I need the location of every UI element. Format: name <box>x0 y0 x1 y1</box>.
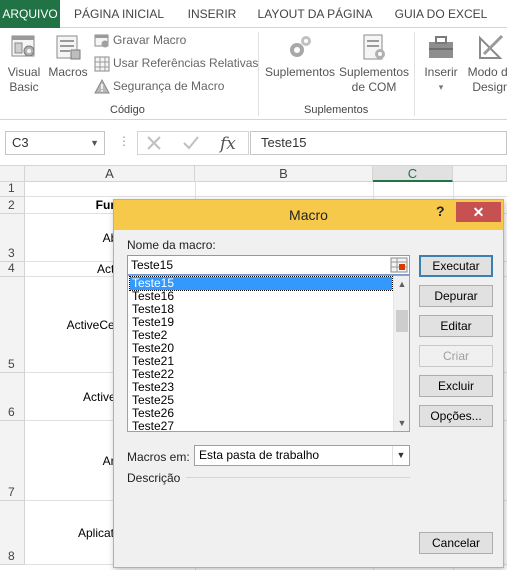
group-label-suplementos: Suplementos <box>304 104 369 116</box>
warning-icon <box>94 78 110 94</box>
chevron-down-icon[interactable]: ▼ <box>392 446 409 465</box>
row-header-3[interactable]: 3 <box>0 214 25 262</box>
tab-arquivo[interactable]: ARQUIVO <box>0 0 60 28</box>
macro-name-value: Teste15 <box>131 258 174 272</box>
gravar-macro-label: Gravar Macro <box>113 33 187 47</box>
ribbon-separator <box>258 32 259 116</box>
formula-bar-buttons: fx <box>137 131 249 155</box>
chevron-down-icon[interactable]: ▼ <box>90 132 99 154</box>
excluir-button[interactable]: Excluir <box>419 375 493 397</box>
executar-button[interactable]: Executar <box>419 255 493 277</box>
dialog-title-bar[interactable]: Macro ? ✕ <box>114 200 503 230</box>
cancelar-button[interactable]: Cancelar <box>419 532 493 554</box>
dialog-title: Macro <box>289 207 328 223</box>
description-label: Descrição <box>127 471 181 485</box>
visual-basic-icon <box>11 35 35 57</box>
macro-dialog: Macro ? ✕ Nome da macro: Teste15 Teste15… <box>113 199 504 568</box>
ribbon-separator-2 <box>414 32 415 116</box>
tab-pagina-inicial[interactable]: PÁGINA INICIAL <box>62 0 176 28</box>
inserir-label: Inserir <box>424 65 458 79</box>
formula-input[interactable]: Teste15 <box>250 131 507 155</box>
criar-button[interactable]: Criar <box>419 345 493 367</box>
relative-references-icon <box>94 56 110 72</box>
seguranca-de-macro-label: Segurança de Macro <box>113 79 225 93</box>
description-separator <box>186 477 410 478</box>
column-header-a[interactable]: A <box>25 166 195 182</box>
cancel-icon[interactable] <box>146 135 162 151</box>
row-header-7[interactable]: 7 <box>0 421 25 501</box>
tab-inserir[interactable]: INSERIR <box>180 0 244 28</box>
visual-basic-label-1: Visual <box>7 65 41 79</box>
design-mode-icon <box>479 34 504 59</box>
suplementos-de-com-button[interactable]: Suplementos de COM <box>338 32 410 95</box>
depurar-button[interactable]: Depurar <box>419 285 493 307</box>
tab-guia-do-excel[interactable]: GUIA DO EXCEL <box>388 0 494 28</box>
macros-in-label: Macros em: <box>127 450 190 464</box>
modo-de-design-button[interactable]: Modo de Design <box>463 32 507 95</box>
suplementos-label: Suplementos <box>264 65 336 79</box>
modo-de-design-label-1: Modo de <box>467 65 507 79</box>
row-header-5[interactable]: 5 <box>0 277 25 373</box>
record-macro-icon <box>94 34 109 48</box>
check-icon[interactable] <box>182 135 200 151</box>
column-header-d[interactable] <box>453 166 507 182</box>
column-header-c[interactable]: C <box>373 166 453 182</box>
macros-icon <box>56 35 81 60</box>
macros-label: Macros <box>48 65 88 79</box>
row-header-8[interactable]: 8 <box>0 501 25 565</box>
visual-basic-button[interactable]: Visual Basic <box>4 32 44 95</box>
opcoes-button[interactable]: Opções... <box>419 405 493 427</box>
scrollbar-thumb[interactable] <box>396 310 408 332</box>
visual-basic-label-2: Basic <box>9 80 39 94</box>
scroll-up-icon[interactable]: ▲ <box>394 276 409 292</box>
scroll-down-icon[interactable]: ▼ <box>394 415 409 431</box>
ribbon: Visual Basic Macros Gravar Macro Usar Re… <box>0 28 507 120</box>
svg-text:fx: fx <box>218 134 236 153</box>
inserir-controls-button[interactable]: Inserir ▾ <box>420 32 462 95</box>
ribbon-tabs: ARQUIVO PÁGINA INICIAL INSERIR LAYOUT DA… <box>0 0 507 28</box>
seguranca-de-macro-button[interactable]: Segurança de Macro <box>94 76 224 96</box>
row-header-6[interactable]: 6 <box>0 373 25 421</box>
suplementos-de-com-label-1: Suplementos <box>338 65 410 79</box>
name-box-value: C3 <box>12 135 29 150</box>
name-box[interactable]: C3 ▼ <box>5 131 105 155</box>
modo-de-design-label-2: Design <box>472 80 507 94</box>
tab-layout-da-pagina[interactable]: LAYOUT DA PÁGINA <box>250 0 380 28</box>
select-all-corner[interactable] <box>0 166 25 182</box>
usar-referencias-relativas-label: Usar Referências Relativas <box>113 56 259 70</box>
formula-bar-grip-icon: ⋮ <box>118 134 130 148</box>
macros-button[interactable]: Macros <box>46 32 90 80</box>
help-button[interactable]: ? <box>436 203 445 219</box>
gear-icon <box>290 36 311 57</box>
macro-name-input[interactable]: Teste15 <box>127 255 410 275</box>
com-addins-icon <box>363 34 385 60</box>
group-label-codigo: Código <box>110 104 145 116</box>
macro-list-scrollbar[interactable]: ▲ ▼ <box>393 276 409 431</box>
chevron-down-icon: ▾ <box>438 82 444 92</box>
row-header-1[interactable]: 1 <box>0 181 25 197</box>
collapse-dialog-icon[interactable] <box>390 257 408 273</box>
macro-list[interactable]: Teste15 Teste16 Teste18 Teste19 Teste2 T… <box>127 275 410 432</box>
macro-name-label: Nome da macro: <box>127 238 216 252</box>
formula-bar: C3 ▼ ⋮ fx Teste15 <box>0 120 507 166</box>
macro-list-item[interactable]: Teste19 <box>130 316 392 329</box>
suplementos-button[interactable]: Suplementos <box>264 32 336 80</box>
column-header-b[interactable]: B <box>195 166 373 182</box>
macros-in-select[interactable]: Esta pasta de trabalho ▼ <box>194 445 410 466</box>
close-button[interactable]: ✕ <box>456 202 501 222</box>
suplementos-de-com-label-2: de COM <box>351 80 397 94</box>
toolbox-icon <box>429 36 453 58</box>
grid-row <box>25 182 507 197</box>
row-header-4[interactable]: 4 <box>0 261 25 277</box>
usar-referencias-relativas-button[interactable]: Usar Referências Relativas <box>94 53 258 73</box>
macro-list-item[interactable]: Teste27 <box>130 420 392 432</box>
editar-button[interactable]: Editar <box>419 315 493 337</box>
row-header-2[interactable]: 2 <box>0 197 25 214</box>
gravar-macro-button[interactable]: Gravar Macro <box>94 30 186 50</box>
macros-in-value: Esta pasta de trabalho <box>199 448 320 462</box>
insert-function-icon[interactable]: fx <box>218 133 242 153</box>
